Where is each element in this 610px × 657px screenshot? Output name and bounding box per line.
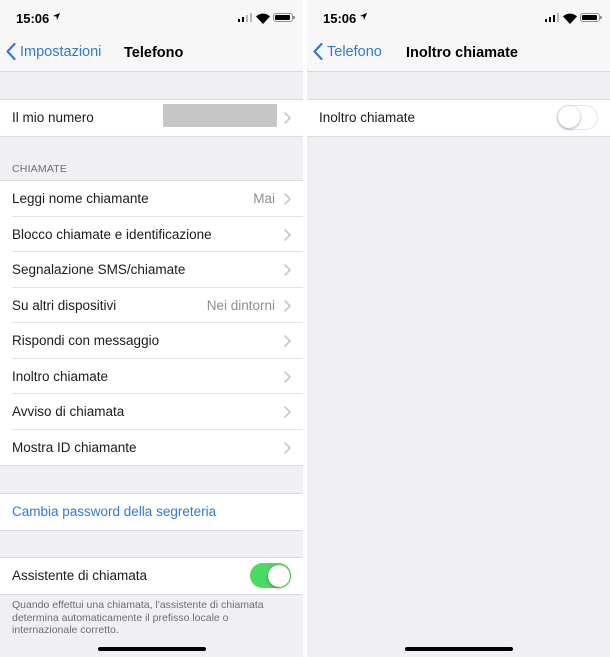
status-time: 15:06	[16, 11, 50, 26]
back-button-label: Telefono	[327, 43, 382, 60]
call-setting-row[interactable]: Leggi nome chiamante Mai	[0, 181, 303, 217]
call-setting-label: Su altri dispositivi	[12, 297, 117, 313]
my-number-row[interactable]: Il mio numero	[0, 100, 303, 136]
call-assistant-toggle[interactable]	[250, 563, 291, 588]
call-setting-value: Mai	[253, 191, 275, 206]
call-setting-row[interactable]: Mostra ID chiamante	[0, 430, 303, 466]
call-setting-label: Mostra ID chiamante	[12, 439, 137, 455]
battery-icon	[273, 13, 295, 22]
call-setting-label: Blocco chiamate e identificazione	[12, 226, 212, 242]
cellular-signal-icon	[238, 13, 252, 22]
call-assistant-group: Assistente di chiamata	[0, 557, 303, 595]
home-indicator[interactable]	[405, 647, 513, 651]
cellular-signal-icon	[545, 13, 559, 22]
call-forwarding-toggle[interactable]	[557, 105, 598, 130]
toggle-knob	[558, 106, 580, 128]
call-setting-row[interactable]: Inoltro chiamate	[0, 359, 303, 394]
section-header-calls: CHIAMATE	[12, 163, 68, 175]
chevron-right-icon	[284, 335, 291, 347]
wifi-icon	[563, 11, 577, 24]
chevron-right-icon	[284, 406, 291, 418]
back-button[interactable]: Telefono	[313, 43, 382, 60]
call-setting-label: Leggi nome chiamante	[12, 191, 149, 206]
page-title: Telefono	[124, 45, 184, 61]
page-title: Inoltro chiamate	[406, 45, 518, 61]
chevron-right-icon	[284, 441, 291, 454]
call-assistant-row: Assistente di chiamata	[0, 558, 303, 594]
home-indicator[interactable]	[98, 647, 206, 651]
chevron-right-icon	[284, 112, 291, 124]
battery-icon	[580, 13, 602, 22]
status-bar: 15:06	[0, 0, 303, 36]
my-number-label: Il mio numero	[12, 110, 94, 125]
chevron-right-icon	[284, 193, 291, 205]
chevron-left-icon	[6, 43, 16, 60]
call-setting-row[interactable]: Su altri dispositivi Nei dintorni	[0, 288, 303, 323]
forwarding-group: Inoltro chiamate	[307, 99, 610, 137]
call-assistant-footer: Quando effettui una chiamata, l'assisten…	[12, 599, 264, 636]
status-time: 15:06	[323, 11, 357, 26]
calls-group: Leggi nome chiamante Mai Blocco chiamate e…	[0, 180, 303, 466]
phone-settings-screen: 15:06 Impostazioni Telefono Il mio numer…	[0, 0, 303, 657]
call-forwarding-label: Inoltro chiamate	[319, 110, 416, 125]
toggle-knob	[267, 564, 290, 587]
call-setting-value: Nei dintorni	[206, 297, 275, 313]
location-arrow-icon	[52, 12, 61, 24]
call-assistant-label: Assistente di chiamata	[12, 568, 148, 583]
call-setting-label: Segnalazione SMS/chiamate	[12, 262, 186, 277]
wifi-icon	[256, 11, 270, 24]
chevron-left-icon	[313, 43, 323, 60]
call-forwarding-row: Inoltro chiamate	[307, 100, 610, 136]
navigation-bar: Impostazioni Telefono	[0, 36, 303, 72]
call-setting-row[interactable]: Segnalazione SMS/chiamate	[0, 252, 303, 288]
back-button[interactable]: Impostazioni	[6, 43, 101, 60]
voicemail-group: Cambia password della segreteria	[0, 493, 303, 531]
call-setting-label: Avviso di chiamata	[12, 404, 125, 419]
call-setting-label: Rispondi con messaggio	[12, 333, 160, 348]
navigation-bar: Telefono Inoltro chiamate	[307, 36, 610, 72]
phone-forwarding-screen: 15:06 Telefono Inoltro chiamate Inoltro …	[307, 0, 610, 657]
my-number-group: Il mio numero	[0, 99, 303, 137]
call-setting-row[interactable]: Rispondi con messaggio	[0, 323, 303, 359]
call-setting-row[interactable]: Blocco chiamate e identificazione	[0, 217, 303, 252]
redacted-phone-number	[163, 104, 277, 127]
chevron-right-icon	[284, 370, 291, 383]
location-arrow-icon	[359, 12, 368, 24]
call-setting-row[interactable]: Avviso di chiamata	[0, 394, 303, 430]
status-bar: 15:06	[307, 0, 610, 36]
chevron-right-icon	[284, 264, 291, 276]
change-voicemail-password-link[interactable]: Cambia password della segreteria	[12, 504, 216, 519]
chevron-right-icon	[284, 228, 291, 241]
call-setting-label: Inoltro chiamate	[12, 368, 109, 384]
chevron-right-icon	[284, 299, 291, 312]
back-button-label: Impostazioni	[20, 43, 102, 60]
change-voicemail-password-row[interactable]: Cambia password della segreteria	[0, 494, 303, 530]
